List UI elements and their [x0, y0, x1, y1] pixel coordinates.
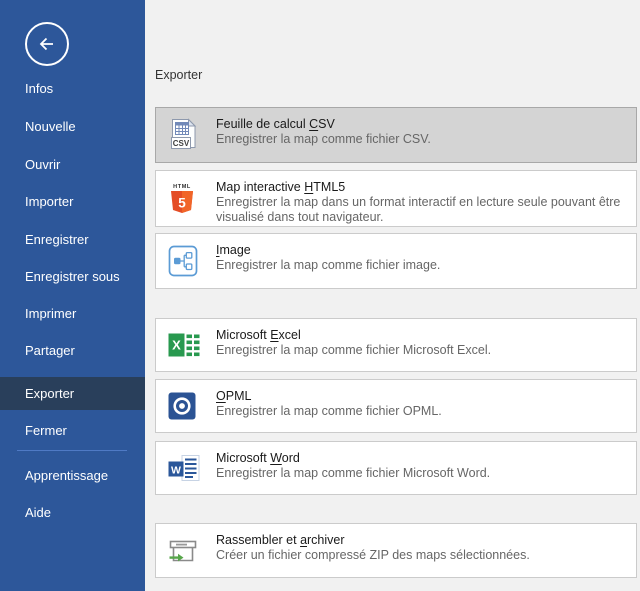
svg-text:X: X [172, 338, 181, 353]
backstage-view: Infos Nouvelle Ouvrir Importer Enregistr… [0, 0, 640, 591]
export-option-description: Enregistrer la map comme fichier image. [216, 258, 440, 273]
export-option-title: Rassembler et archiver [216, 532, 530, 548]
export-option-title: Microsoft Excel [216, 327, 491, 343]
export-option-description: Enregistrer la map comme fichier CSV. [216, 132, 431, 147]
svg-text:W: W [171, 465, 181, 477]
sidebar-item-enregistrer[interactable]: Enregistrer [0, 232, 145, 248]
export-option-title: Map interactive HTML5 [216, 179, 634, 195]
sidebar-item-importer[interactable]: Importer [0, 194, 145, 210]
word-icon: W [156, 442, 216, 494]
export-option-csv[interactable]: CSV Feuille de calcul CSV Enregistrer la… [155, 107, 637, 163]
export-option-excel[interactable]: X Microsoft Excel Enregistrer la map com… [155, 318, 637, 372]
sidebar-divider [17, 450, 127, 451]
sidebar-item-apprentissage[interactable]: Apprentissage [0, 468, 145, 484]
export-option-description: Enregistrer la map comme fichier Microso… [216, 343, 491, 358]
sidebar-item-infos[interactable]: Infos [0, 81, 145, 97]
export-option-description: Enregistrer la map comme fichier Microso… [216, 466, 490, 481]
export-option-html5[interactable]: HTML 5 Map interactive HTML5 Enregistrer… [155, 170, 637, 227]
back-button[interactable] [25, 22, 69, 66]
svg-text:5: 5 [178, 196, 186, 211]
image-map-icon [156, 234, 216, 288]
export-option-title: Microsoft Word [216, 450, 490, 466]
sidebar-item-partager[interactable]: Partager [0, 343, 145, 359]
export-option-description: Enregistrer la map comme fichier OPML. [216, 404, 442, 419]
export-option-word[interactable]: W Microsoft Word Enregistrer la map comm… [155, 441, 637, 495]
export-option-title: Image [216, 242, 440, 258]
backstage-sidebar: Infos Nouvelle Ouvrir Importer Enregistr… [0, 0, 145, 591]
sidebar-item-enregistrer-sous[interactable]: Enregistrer sous [0, 269, 145, 285]
html5-icon: HTML 5 [156, 171, 216, 226]
opml-icon [156, 380, 216, 432]
export-option-opml[interactable]: OPML Enregistrer la map comme fichier OP… [155, 379, 637, 433]
export-option-title: Feuille de calcul CSV [216, 116, 431, 132]
back-arrow-icon [36, 33, 58, 55]
sidebar-item-aide[interactable]: Aide [0, 505, 145, 521]
archive-box-icon [156, 524, 216, 577]
sidebar-item-nouvelle[interactable]: Nouvelle [0, 119, 145, 135]
sidebar-item-exporter[interactable]: Exporter [0, 377, 145, 410]
sidebar-item-fermer[interactable]: Fermer [0, 423, 145, 439]
svg-text:CSV: CSV [173, 139, 190, 148]
svg-text:HTML: HTML [173, 184, 191, 190]
excel-icon: X [156, 319, 216, 371]
export-option-archive[interactable]: Rassembler et archiver Créer un fichier … [155, 523, 637, 578]
sidebar-item-ouvrir[interactable]: Ouvrir [0, 157, 145, 173]
export-option-image[interactable]: Image Enregistrer la map comme fichier i… [155, 233, 637, 289]
csv-spreadsheet-icon: CSV [156, 108, 216, 162]
export-option-title: OPML [216, 388, 442, 404]
export-option-description: Créer un fichier compressé ZIP des maps … [216, 548, 530, 563]
sidebar-item-imprimer[interactable]: Imprimer [0, 306, 145, 322]
page-title: Exporter [155, 68, 202, 83]
export-option-description: Enregistrer la map dans un format intera… [216, 195, 634, 225]
